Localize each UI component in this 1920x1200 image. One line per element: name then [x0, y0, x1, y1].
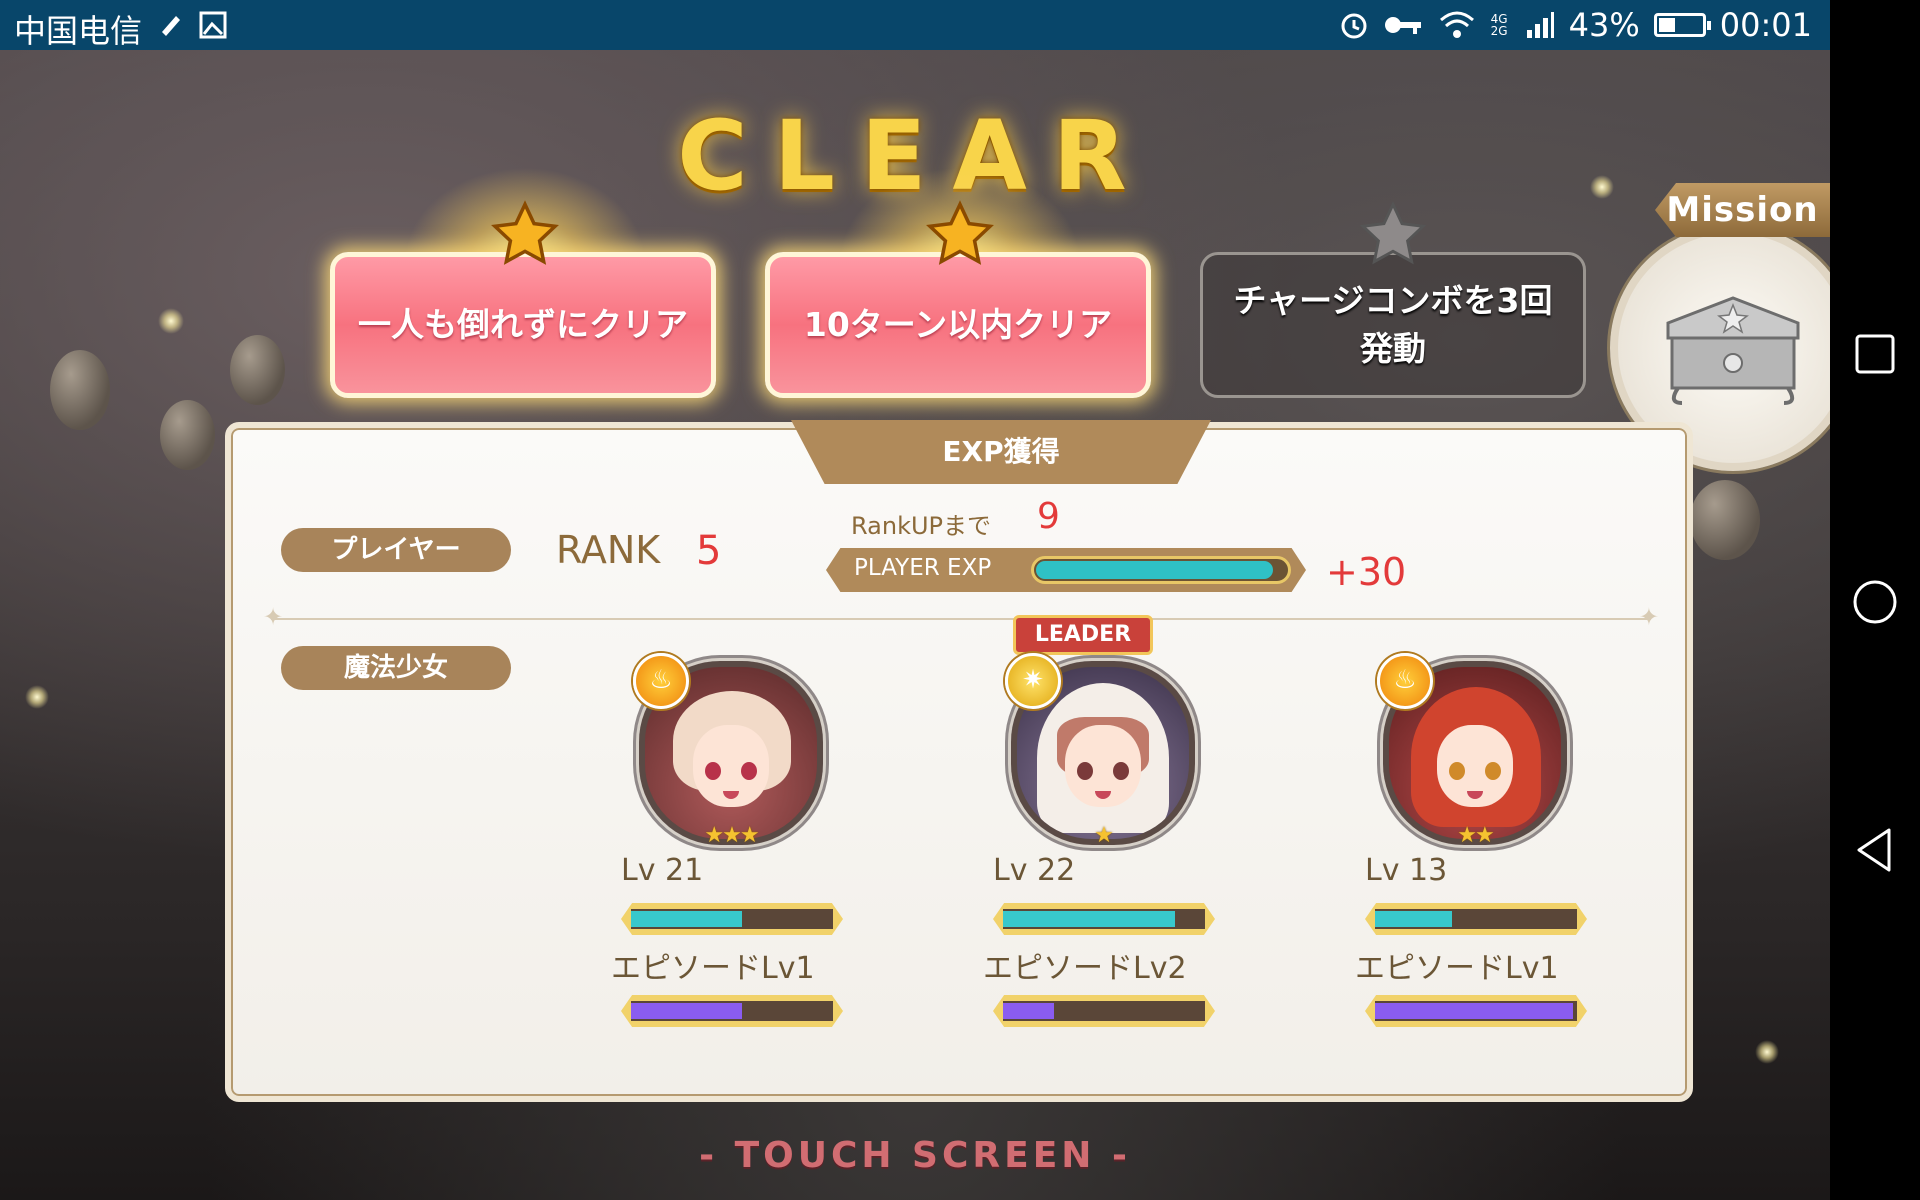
episode-level: エピソードLv1	[611, 951, 815, 986]
player-label: プレイヤー	[281, 528, 511, 572]
recent-apps-button[interactable]	[1851, 330, 1899, 378]
leader-badge: LEADER	[1013, 615, 1153, 655]
mission-card-charge-combo: チャージコンボを3回 発動	[1200, 252, 1586, 398]
rarity-stars: ★★	[1457, 823, 1494, 848]
background-rock	[1690, 480, 1760, 560]
light-attribute-icon: ✷	[1005, 653, 1061, 709]
character-card-2: LEADER ✷ ★ Lv 22 エピソードLv2	[983, 615, 1223, 1033]
mission-card-turns: 10ターン以内クリア	[765, 252, 1151, 398]
mission-text: 10ターン以内クリア	[803, 305, 1113, 344]
background-rock	[160, 400, 215, 470]
status-bar: 中国电信 4G 2G 43% 00:01	[0, 0, 1830, 50]
magical-girls-label: 魔法少女	[281, 646, 511, 690]
mission-text: チャージコンボを3回	[1233, 281, 1553, 320]
alarm-icon	[1341, 13, 1367, 39]
episode-exp-fill	[631, 1003, 743, 1019]
navigation-bar	[1830, 0, 1920, 1200]
eye	[705, 762, 721, 780]
background-rock	[50, 350, 110, 430]
episode-level: エピソードLv1	[1355, 951, 1559, 986]
character-card-3: ♨ ★★ Lv 13 エピソードLv1	[1355, 653, 1595, 1033]
mission-text: 一人も倒れずにクリア	[358, 305, 688, 344]
rank-value: 5	[696, 528, 722, 574]
star-earned-icon	[926, 200, 994, 265]
character-level: Lv 21	[621, 853, 704, 888]
key-icon	[1384, 17, 1421, 34]
image-icon	[199, 11, 227, 39]
carrier-name: 中国电信	[14, 12, 143, 50]
character-card-1: ♨ ★★★ Lv 21 エピソードLv1	[611, 653, 851, 1033]
home-button[interactable]	[1851, 578, 1899, 626]
clock: 00:01	[1719, 6, 1812, 44]
panel-title: EXP獲得	[791, 420, 1211, 484]
character-level: Lv 22	[993, 853, 1076, 888]
eye	[1113, 762, 1129, 780]
firefly-light	[25, 685, 49, 709]
character-level: Lv 13	[1365, 853, 1448, 888]
episode-exp-bar	[621, 995, 843, 1027]
eye	[1077, 762, 1093, 780]
level-exp-fill	[1375, 911, 1452, 927]
player-exp-label: PLAYER EXP	[854, 555, 992, 581]
rankup-value: 9	[1037, 496, 1060, 537]
signal-icon	[1526, 12, 1554, 38]
eye	[741, 762, 757, 780]
battery-percent: 43%	[1568, 6, 1640, 44]
rankup-label: RankUPまで	[851, 512, 992, 540]
star-earned-icon	[491, 200, 559, 265]
fire-attribute-icon: ♨	[633, 653, 689, 709]
level-exp-bar	[993, 903, 1215, 935]
player-exp-bar: PLAYER EXP	[826, 548, 1306, 592]
background-rock	[230, 335, 285, 405]
eye	[1449, 762, 1465, 780]
episode-exp-bar	[993, 995, 1215, 1027]
episode-exp-bar	[1365, 995, 1587, 1027]
mission-card-no-faint: 一人も倒れずにクリア	[330, 252, 716, 398]
episode-exp-fill	[1375, 1003, 1573, 1019]
touch-screen-prompt[interactable]: - TOUCH SCREEN -	[0, 1135, 1830, 1176]
mission-label[interactable]: Mission	[1655, 183, 1830, 237]
notification-icon	[162, 16, 180, 36]
level-exp-fill	[1003, 911, 1175, 927]
level-exp-bar	[1365, 903, 1587, 935]
eye	[1485, 762, 1501, 780]
rank-label: RANK	[556, 528, 661, 572]
episode-exp-fill	[1003, 1003, 1054, 1019]
network-type: 4G 2G	[1490, 12, 1508, 38]
back-button[interactable]	[1851, 826, 1899, 874]
level-exp-fill	[631, 911, 743, 927]
level-exp-bar	[621, 903, 843, 935]
battery-icon	[1653, 13, 1711, 37]
firefly-light	[158, 308, 184, 334]
battery-fill	[1658, 18, 1675, 32]
rarity-stars: ★★★	[704, 823, 759, 848]
player-exp-track	[1031, 556, 1291, 584]
game-scene[interactable]: CLEAR 一人も倒れずにクリア 10ターン以内クリア チャージコンボを3回 発…	[0, 50, 1830, 1200]
rarity-stars: ★	[1094, 823, 1114, 848]
exp-gain: +30	[1326, 550, 1407, 594]
jewelry-box-icon	[1666, 296, 1800, 405]
episode-level: エピソードLv2	[983, 951, 1187, 986]
wifi-icon	[1439, 11, 1474, 38]
star-unearned-icon	[1359, 200, 1427, 265]
player-exp-fill	[1036, 561, 1274, 579]
fire-attribute-icon: ♨	[1377, 653, 1433, 709]
exp-result-panel: EXP獲得 プレイヤー RANK 5 RankUPまで 9 PLAYER EXP…	[225, 420, 1693, 1102]
firefly-light	[1755, 1040, 1779, 1064]
mission-text: 発動	[1359, 329, 1426, 368]
divider	[263, 603, 1659, 631]
